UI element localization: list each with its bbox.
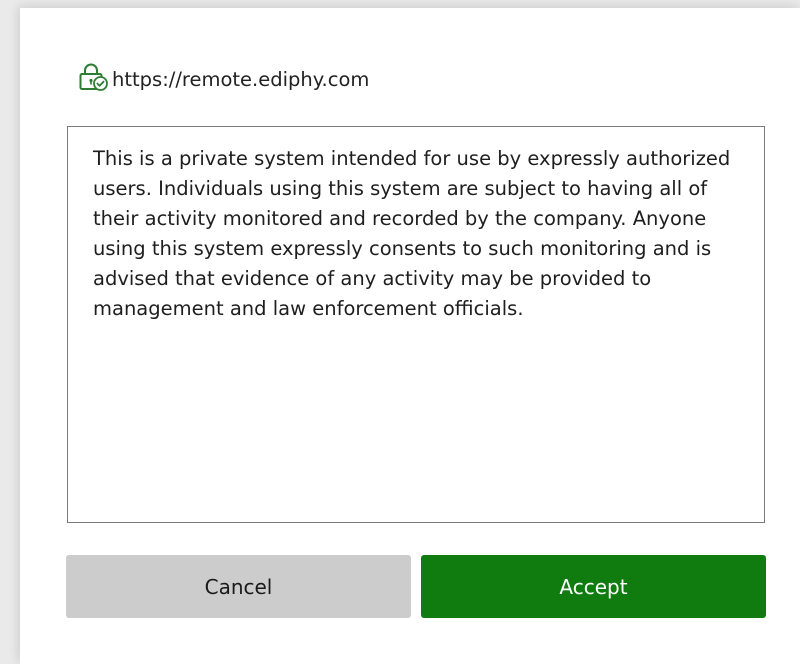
- origin-url: https://remote.ediphy.com: [112, 67, 370, 91]
- consent-dialog: https://remote.ediphy.com This is a priv…: [20, 8, 800, 664]
- lock-check-icon: [77, 62, 112, 96]
- notice-textbox[interactable]: This is a private system intended for us…: [67, 126, 765, 523]
- origin-row: https://remote.ediphy.com: [77, 62, 370, 96]
- accept-button[interactable]: Accept: [421, 555, 766, 618]
- cancel-button[interactable]: Cancel: [66, 555, 411, 618]
- notice-text: This is a private system intended for us…: [93, 147, 731, 320]
